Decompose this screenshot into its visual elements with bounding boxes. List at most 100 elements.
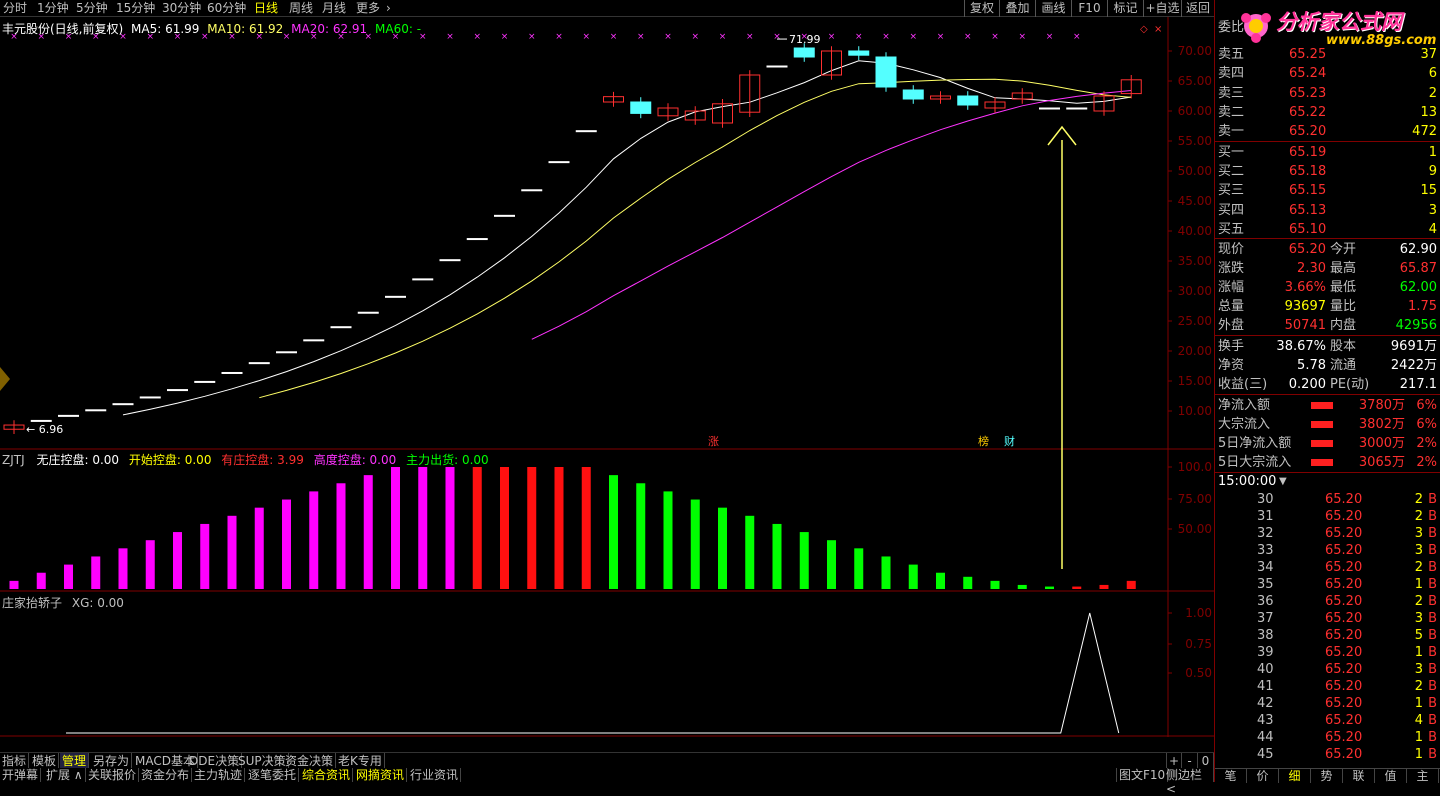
zjtj-bar <box>200 523 210 589</box>
tab-save-as[interactable]: 另存为 <box>91 753 133 769</box>
tab-dde[interactable]: DDE决策 <box>187 753 243 769</box>
zoom-reset-button[interactable]: 0 <box>1198 753 1214 769</box>
tick-second: 44 <box>1257 730 1274 745</box>
mark-button[interactable]: 标记 <box>1107 0 1143 17</box>
quote-value2: 1.75 <box>1408 299 1437 314</box>
tab-related-quote[interactable]: 关联报价 <box>86 768 140 782</box>
fund-row: 收益(三) 0.200 PE(动) 217.1 <box>1215 375 1440 394</box>
zoom-out-button[interactable]: - <box>1182 753 1198 769</box>
tick-second: 37 <box>1257 611 1274 626</box>
side-tab[interactable]: 笔 <box>1215 769 1247 783</box>
f10-graphic-button[interactable]: 图文F10 <box>1116 768 1169 782</box>
candle-body <box>793 47 815 58</box>
ask-label: 卖一 <box>1218 124 1245 140</box>
fuquan-button[interactable]: 复权 <box>964 0 999 17</box>
tf-60min[interactable]: 60分钟 <box>207 0 246 17</box>
signal-x-mark: × <box>1018 32 1026 42</box>
logo-url: www.88gs.com <box>1326 33 1437 48</box>
tab-template[interactable]: 模板 <box>30 753 60 769</box>
side-tab[interactable]: 细 <box>1279 769 1311 783</box>
tab-sup[interactable]: SUP决策 <box>236 753 289 769</box>
scroll-left-handle <box>0 367 10 391</box>
sidebar-toggle-button[interactable]: 侧边栏 < <box>1164 768 1214 796</box>
filter-icon[interactable]: ▼ <box>1279 473 1287 490</box>
tick-volume: 3 <box>1414 526 1423 541</box>
tf-15min[interactable]: 15分钟 <box>116 0 155 17</box>
zoom-in-button[interactable]: + <box>1166 753 1182 769</box>
logo-title: 分析家公式网 <box>1276 10 1402 34</box>
marker-cai: 财 <box>1004 434 1015 448</box>
ind2-axis-label: 0.75 <box>1185 637 1212 651</box>
side-tab[interactable]: 联 <box>1343 769 1375 783</box>
tf-weekly[interactable]: 周线 <box>289 0 313 17</box>
chart-area[interactable]: 70.00 65.00 60.00 55.00 50.00 45.00 40.00 35.00… <box>0 17 1214 737</box>
quote-row: 现价 65.20 今开 62.90 <box>1215 240 1440 259</box>
side-tab[interactable]: 价 <box>1247 769 1279 783</box>
tab-expand[interactable]: 扩展 ∧ <box>44 768 86 782</box>
candle-body <box>575 130 597 133</box>
zjtj-bar <box>581 467 591 589</box>
tf-more[interactable]: 更多 <box>356 0 380 17</box>
tab-fund-dist[interactable]: 资金分布 <box>139 768 193 782</box>
tf-fenshi[interactable]: 分时 <box>3 0 27 17</box>
zjtj-bar <box>1017 584 1027 589</box>
candle-body <box>112 403 134 406</box>
quote-value2: 42956 <box>1395 318 1437 333</box>
tab-danmu[interactable]: 开弹幕 <box>0 768 42 782</box>
tick-price: 65.20 <box>1325 577 1363 592</box>
zjtj-bar <box>718 507 727 589</box>
bid-label: 买二 <box>1218 164 1245 180</box>
tab-main-track[interactable]: 主力轨迹 <box>192 768 246 782</box>
tick-second: 40 <box>1257 662 1274 677</box>
tab-news[interactable]: 综合资讯 <box>300 768 354 782</box>
back-button[interactable]: 返回 <box>1181 0 1214 17</box>
tab-tick-order[interactable]: 逐笔委托 <box>246 768 300 782</box>
zjtj-bar <box>472 467 482 589</box>
side-tabs: 笔价细势联值主 <box>1215 768 1440 783</box>
overlay-button[interactable]: 叠加 <box>999 0 1035 17</box>
tf-5min[interactable]: 5分钟 <box>76 0 108 17</box>
tab-manage[interactable]: 管理 <box>60 753 90 769</box>
f10-button[interactable]: F10 <box>1071 0 1107 17</box>
tf-1min[interactable]: 1分钟 <box>37 0 69 17</box>
signal-x-mark: × <box>909 32 917 42</box>
tick-volume: 2 <box>1414 594 1423 609</box>
signal-x-mark: × <box>637 32 645 42</box>
quote-label2: 最低 <box>1330 280 1357 295</box>
tab-indicator[interactable]: 指标 <box>0 753 30 769</box>
tick-price: 65.20 <box>1325 730 1363 745</box>
tab-fund-decision[interactable]: 资金决策 <box>283 753 337 769</box>
tf-daily[interactable]: 日线 <box>254 0 278 17</box>
zjtj-bar <box>908 564 918 589</box>
tick-row: 36 65.20 2 B <box>1215 593 1440 610</box>
tab-laok[interactable]: 老K专用 <box>336 753 385 769</box>
side-tab[interactable]: 势 <box>1311 769 1343 783</box>
ask-price: 65.24 <box>1289 66 1327 82</box>
tab-web-news[interactable]: 网摘资讯 <box>354 768 408 782</box>
tick-price: 65.20 <box>1325 492 1363 507</box>
tf-monthly[interactable]: 月线 <box>322 0 346 17</box>
flow-bar <box>1311 402 1333 409</box>
side-tab[interactable]: 值 <box>1375 769 1407 783</box>
fund-value2: 217.1 <box>1399 377 1437 392</box>
fund-label: 净资 <box>1218 358 1245 373</box>
flow-value: 3802万 <box>1358 417 1405 432</box>
bid-volume: 1 <box>1428 145 1437 160</box>
quote-label2: 最高 <box>1330 261 1357 276</box>
tf-30min[interactable]: 30分钟 <box>162 0 201 17</box>
bid-price: 65.15 <box>1289 183 1327 199</box>
candle-body <box>548 161 570 164</box>
chevron-right-icon[interactable]: › <box>386 0 391 17</box>
tab-industry-news[interactable]: 行业资讯 <box>408 768 462 782</box>
zjtj-bar <box>173 532 182 589</box>
candle-body <box>957 95 979 106</box>
candle-body <box>85 409 107 412</box>
add-watchlist-button[interactable]: +自选 <box>1143 0 1181 17</box>
side-tab[interactable]: 主 <box>1407 769 1439 783</box>
zjtj-bar <box>936 572 945 589</box>
price-axis-label: 40.00 <box>1178 224 1212 238</box>
site-logo: 分析家公式网 www.88gs.com <box>1236 2 1440 50</box>
tick-side: B <box>1428 492 1437 507</box>
draw-line-button[interactable]: 画线 <box>1035 0 1071 17</box>
tick-price: 65.20 <box>1325 747 1363 762</box>
